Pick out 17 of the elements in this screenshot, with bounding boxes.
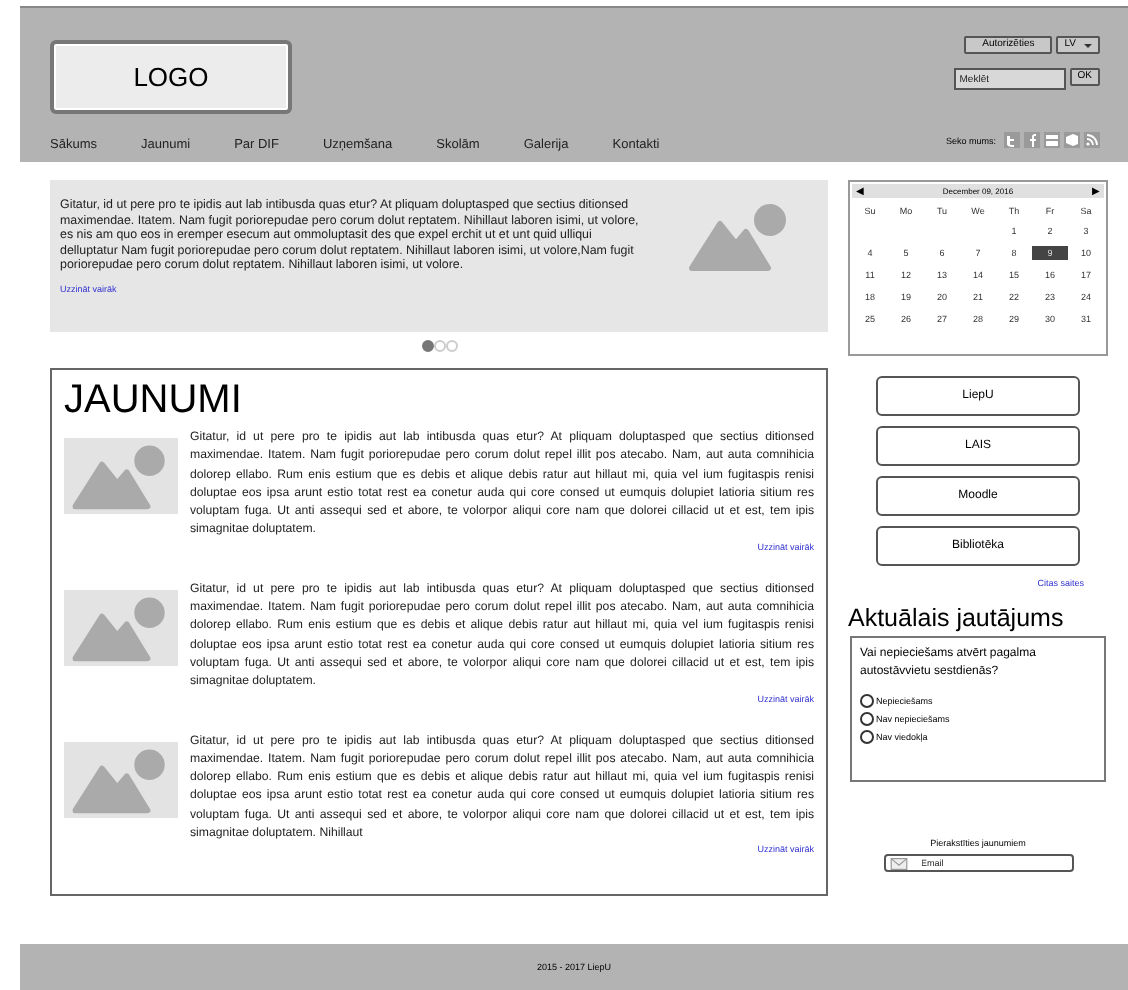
slider-dot[interactable] — [421, 340, 433, 352]
radio-button[interactable] — [860, 730, 874, 744]
social-icon[interactable] — [1044, 132, 1060, 148]
image-placeholder-icon — [64, 438, 178, 514]
radio-button[interactable] — [860, 694, 874, 708]
social-icon[interactable] — [1024, 132, 1040, 148]
slider-dot[interactable] — [433, 340, 445, 352]
social-icon[interactable] — [1064, 132, 1080, 148]
section-title: JAUNUMI — [64, 378, 244, 422]
slider-dot[interactable] — [445, 340, 457, 352]
social-icon[interactable] — [1084, 132, 1100, 148]
radio-button[interactable] — [860, 712, 874, 726]
logo[interactable]: LOGO — [50, 40, 292, 114]
image-placeholder-icon — [64, 741, 178, 818]
section-title: Aktuālais jautājums — [848, 604, 1064, 632]
image-placeholder-icon — [64, 589, 178, 666]
social-icon[interactable] — [1004, 132, 1020, 148]
